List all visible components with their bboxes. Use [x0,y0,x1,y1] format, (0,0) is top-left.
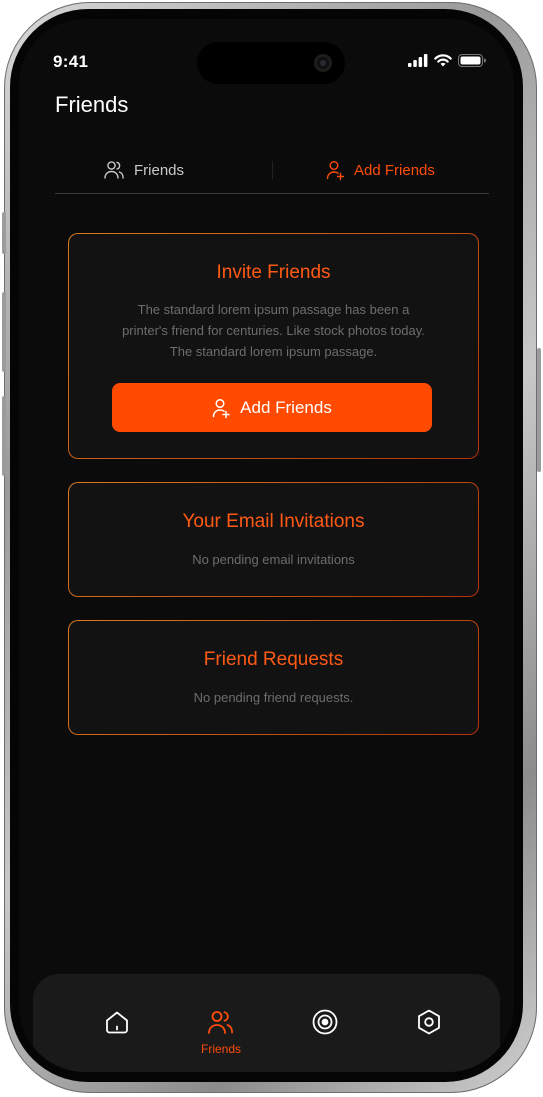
camera-icon [314,54,332,72]
screen: 9:41 Friends Friends Add Friends Invite … [19,19,514,1072]
tab-bar: Friends Add Friends [55,151,489,194]
bottom-nav: Friends [33,974,500,1072]
user-add-icon [212,398,230,418]
tab-add-friends-label: Add Friends [354,161,435,179]
add-friends-button[interactable]: Add Friends [112,383,432,432]
invite-card-line-3: The standard lorem ipsum passage. [169,344,378,359]
invite-card-title: Invite Friends [216,262,331,283]
page-title: Friends [55,92,129,117]
email-card-empty-text: No pending email invitations [192,552,355,567]
home-icon [106,1011,128,1034]
nav-friends-label: Friends [201,1042,242,1056]
nav-target[interactable] [305,1008,345,1036]
nav-home[interactable] [97,1008,137,1036]
tab-add-friends[interactable]: Add Friends [325,159,435,181]
wifi-icon [434,54,452,67]
email-invitations-card: Your Email Invitations No pending email … [68,482,479,597]
status-icons [408,54,486,67]
requests-card-empty-text: No pending friend requests. [193,690,354,705]
tab-friends-label: Friends [134,161,185,179]
invite-friends-card: Invite Friends The standard lorem ipsum … [68,233,479,459]
battery-icon [458,54,486,67]
friends-icon [208,1011,233,1034]
target-icon [312,1009,338,1035]
tab-friends[interactable]: Friends [103,159,184,181]
invite-card-line-2: printer's friend for centuries. Like sto… [122,323,425,338]
users-icon [104,161,124,179]
user-add-icon [326,161,345,181]
power-button [537,348,541,472]
invite-card-description: The standard lorem ipsum passage has bee… [69,299,478,362]
settings-icon [418,1009,440,1035]
invite-card-line-1: The standard lorem ipsum passage has bee… [137,302,410,317]
mute-switch [2,212,6,254]
nav-friends[interactable]: Friends [201,1008,241,1056]
signal-icon [408,54,428,67]
nav-settings[interactable] [409,1008,449,1036]
volume-up-button [2,292,6,372]
tab-divider [272,161,273,179]
status-time: 9:41 [53,52,89,71]
email-card-title: Your Email Invitations [182,511,365,532]
add-friends-button-label: Add Friends [240,397,332,417]
dynamic-island [197,42,345,84]
friend-requests-card: Friend Requests No pending friend reques… [68,620,479,735]
volume-down-button [2,396,6,476]
requests-card-title: Friend Requests [203,649,344,670]
